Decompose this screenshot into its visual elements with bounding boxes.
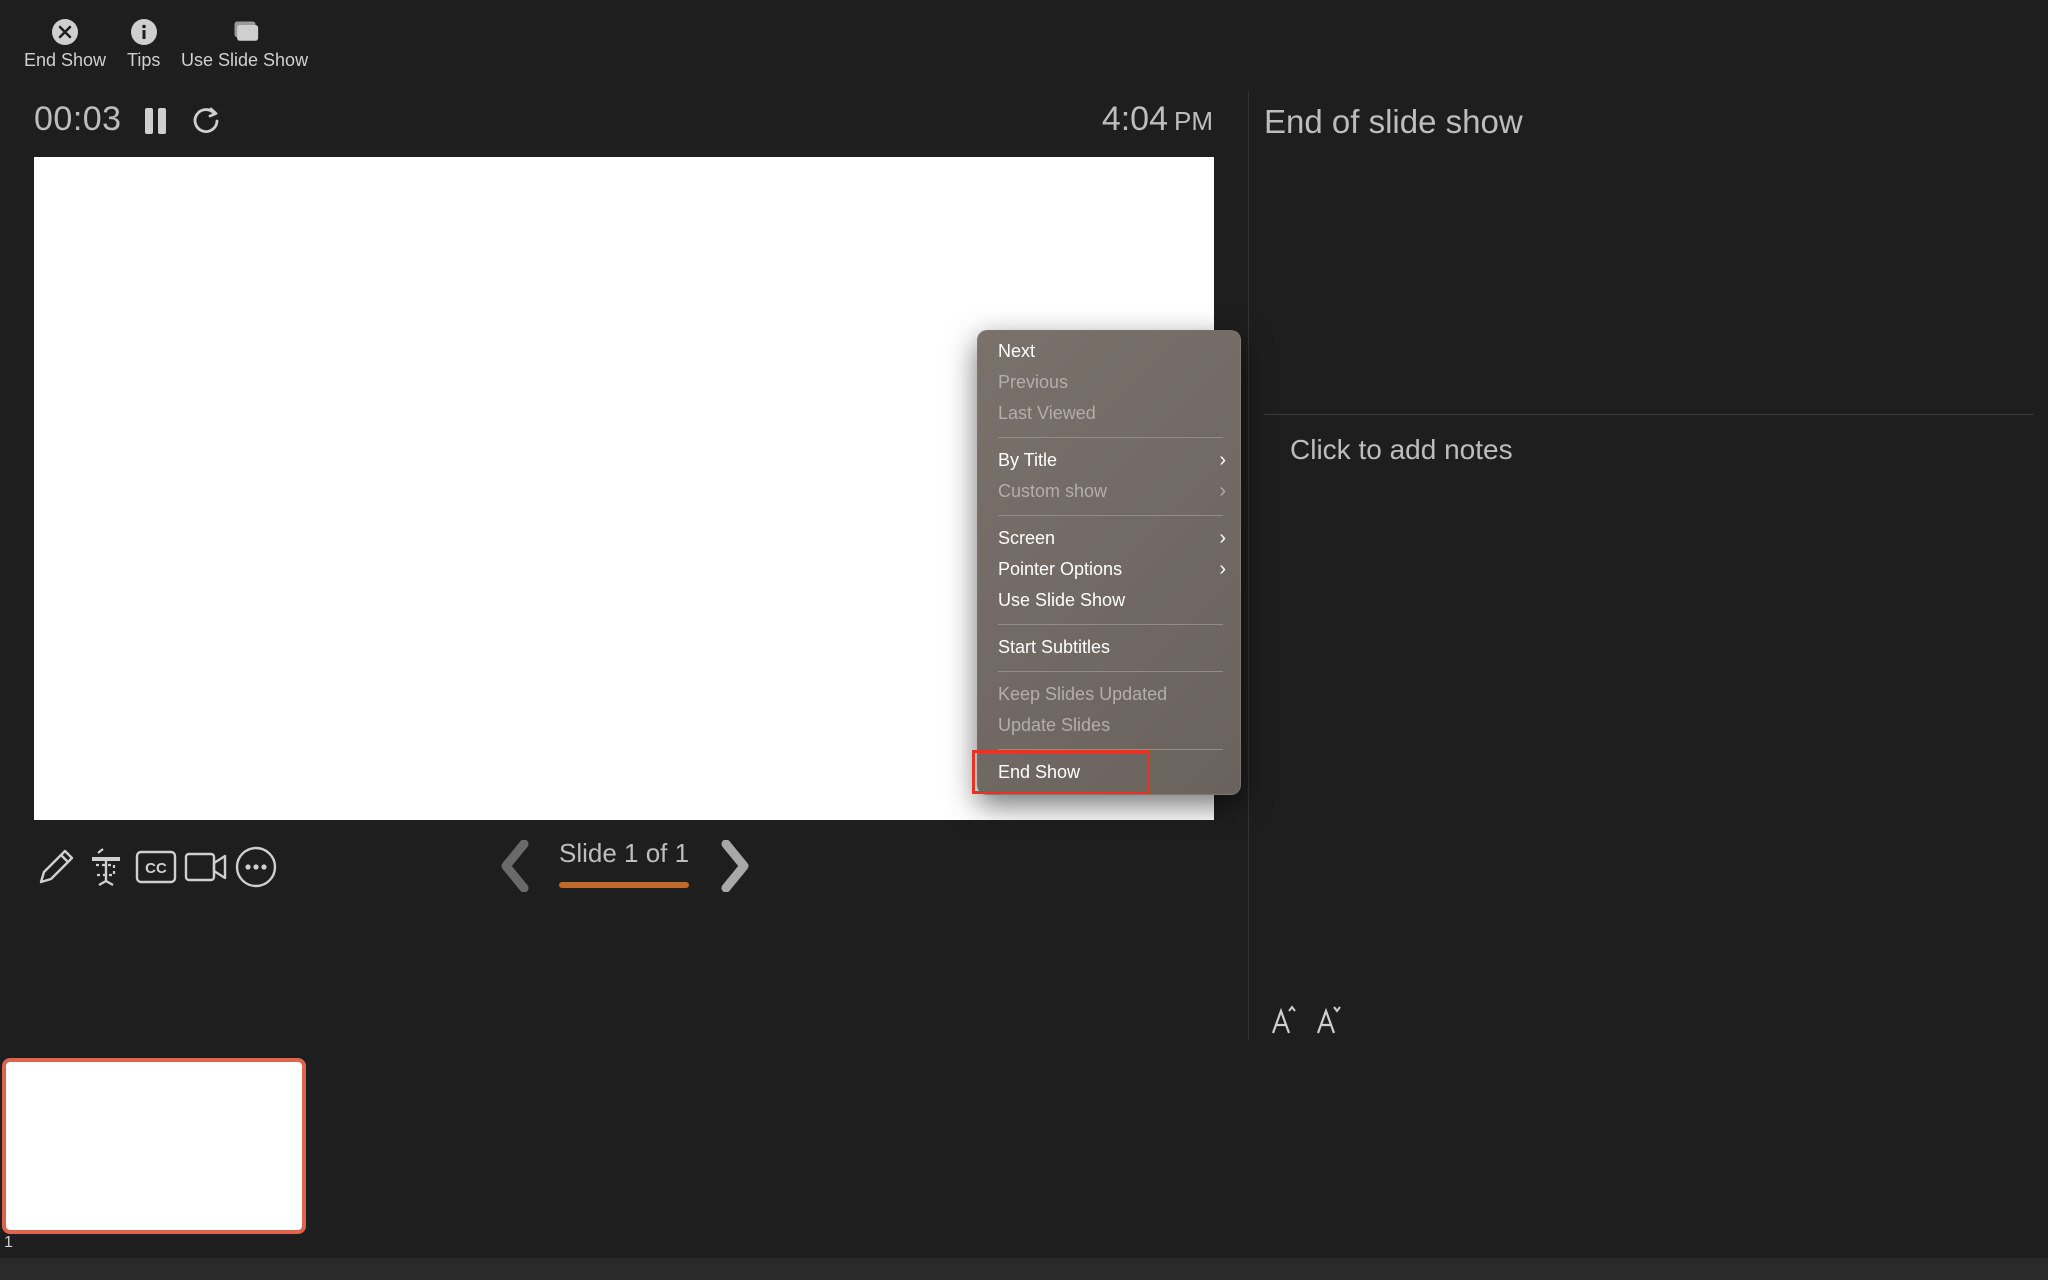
clock-ampm: PM <box>1174 106 1213 136</box>
menu-item-label: By Title <box>998 450 1058 470</box>
end-show-toolbar-label: End Show <box>24 50 107 70</box>
close-circle-icon <box>51 18 79 46</box>
reset-timer-icon[interactable] <box>190 105 222 142</box>
menu-item-label: Screen <box>998 528 1056 548</box>
end-show-toolbar-button[interactable]: End Show <box>24 18 106 71</box>
menu-item-by-title[interactable]: By Title › <box>998 445 1226 475</box>
elapsed-timer: 00:03 <box>34 100 122 138</box>
menu-item-label: Update Slides <box>998 715 1111 735</box>
menu-item-label: Previous <box>998 372 1069 392</box>
stacked-slides-icon <box>231 18 259 46</box>
notes-separator <box>1264 414 2034 415</box>
chevron-right-icon: › <box>1219 558 1226 580</box>
closed-captions-icon[interactable]: CC <box>134 845 178 889</box>
more-options-icon[interactable] <box>234 845 278 889</box>
camera-icon[interactable] <box>184 845 228 889</box>
menu-separator <box>998 624 1223 625</box>
tips-toolbar-button[interactable]: Tips <box>127 18 160 71</box>
menu-item-label: Keep Slides Updated <box>998 684 1168 704</box>
menu-item-label: Use Slide Show <box>998 590 1126 610</box>
svg-text:CC: CC <box>145 860 167 877</box>
notes-field[interactable]: Click to add notes <box>1290 434 1513 466</box>
previous-slide-button[interactable] <box>494 838 534 894</box>
chevron-right-icon: › <box>1219 527 1226 549</box>
menu-item-previous: Previous <box>998 367 1226 397</box>
menu-item-next[interactable]: Next <box>998 336 1226 366</box>
pane-divider[interactable] <box>1248 92 1249 1040</box>
slide-counter: Slide 1 of 1 <box>559 838 690 868</box>
menu-item-pointer-options[interactable]: Pointer Options › <box>998 554 1226 584</box>
slide-thumbnail[interactable] <box>2 1058 306 1234</box>
menu-item-label: Custom show <box>998 481 1108 501</box>
menu-separator <box>998 437 1223 438</box>
menu-item-start-subtitles[interactable]: Start Subtitles <box>998 632 1226 662</box>
menu-separator <box>998 671 1223 672</box>
use-slide-show-toolbar-label: Use Slide Show <box>181 50 309 70</box>
slide-thumbnail-number: 1 <box>4 1234 13 1251</box>
use-slide-show-toolbar-button[interactable]: Use Slide Show <box>181 18 308 71</box>
next-slide-button[interactable] <box>716 838 756 894</box>
chevron-right-icon: › <box>1219 480 1226 502</box>
menu-item-keep-slides-updated: Keep Slides Updated <box>998 679 1226 709</box>
menu-item-label: Next <box>998 341 1036 361</box>
info-circle-icon <box>130 18 158 46</box>
end-show-highlight-box <box>972 750 1150 794</box>
slide-progress-bar <box>559 882 689 888</box>
pause-icon[interactable] <box>143 106 169 141</box>
menu-item-custom-show: Custom show › <box>998 476 1226 506</box>
menu-item-label: Start Subtitles <box>998 637 1111 657</box>
increase-font-icon[interactable] <box>1270 1005 1298 1042</box>
pen-icon[interactable] <box>34 845 78 889</box>
menu-item-update-slides: Update Slides <box>998 710 1226 740</box>
menu-item-last-viewed: Last Viewed <box>998 398 1226 428</box>
menu-item-label: Last Viewed <box>998 403 1096 423</box>
decrease-font-icon[interactable] <box>1315 1005 1343 1042</box>
clock-time: 4:04 <box>1101 100 1168 138</box>
menu-separator <box>998 515 1223 516</box>
menu-item-screen[interactable]: Screen › <box>998 523 1226 553</box>
menu-item-use-slide-show[interactable]: Use Slide Show <box>998 585 1226 615</box>
status-bar <box>0 1258 2048 1280</box>
current-time: 4:04 PM <box>1102 100 1213 139</box>
tips-toolbar-label: Tips <box>127 50 161 70</box>
laser-pointer-icon[interactable] <box>84 845 128 889</box>
context-menu: Next Previous Last Viewed By Title › Cust… <box>977 330 1241 795</box>
chevron-right-icon: › <box>1219 449 1226 471</box>
next-slide-preview-title: End of slide show <box>1264 103 1523 140</box>
menu-item-label: Pointer Options <box>998 559 1123 579</box>
